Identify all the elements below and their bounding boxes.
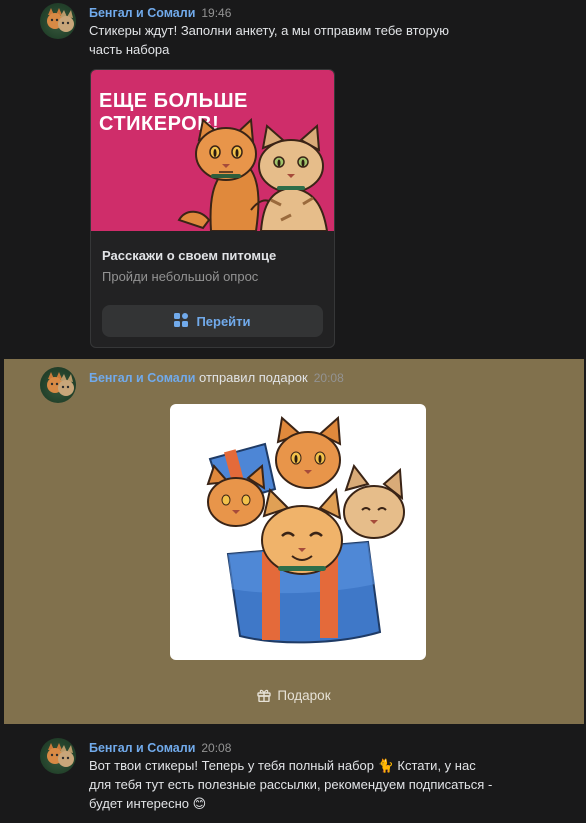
message-time[interactable]: 19:46 [201,6,231,20]
message-3: Бенгал и Сомали 20:08 Вот твои стикеры! Т… [0,724,586,823]
message-text: Вот твои стикеры! Теперь у тебя полный н… [89,756,559,813]
sender-name[interactable]: Бенгал и Сомали [89,371,195,385]
message-text-line: Вот твои стикеры! Теперь у тебя полный н… [89,758,476,773]
message-text-line: для тебя тут есть полезные рассылки, рек… [89,777,493,792]
gift-label[interactable]: Подарок [4,688,584,705]
message-header: Бенгал и Сомали отправил подарок 20:08 [89,370,344,385]
cats-in-gift-box-illustration [206,415,405,644]
open-survey-label: Перейти [196,313,251,329]
card-subtitle: Пройди небольшой опрос [102,269,259,284]
sender-name[interactable]: Бенгал и Сомали [89,741,195,755]
apps-icon [174,312,189,330]
sender-avatar[interactable] [40,367,76,403]
message-time[interactable]: 20:08 [201,741,231,755]
open-survey-button[interactable]: Перейти [102,305,323,337]
survey-card[interactable]: ЕЩЕ БОЛЬШЕ СТИКЕРОВ! Расскажи о своем пи… [90,69,335,348]
message-header: Бенгал и Сомали 20:08 [89,740,231,755]
message-header: Бенгал и Сомали 19:46 [89,5,231,20]
message-time[interactable]: 20:08 [314,371,344,385]
gift-message: Бенгал и Сомали отправил подарок 20:08 П… [4,359,584,724]
message-1: Бенгал и Сомали 19:46 Стикеры ждут! Запол… [0,0,586,355]
gift-label-text: Подарок [277,688,331,703]
sender-name[interactable]: Бенгал и Сомали [89,6,195,20]
sender-avatar[interactable] [40,738,76,774]
message-text: Стикеры ждут! Заполни анкету, а мы отпра… [89,23,449,57]
gift-icon [257,688,272,705]
card-banner-image[interactable]: ЕЩЕ БОЛЬШЕ СТИКЕРОВ! [91,70,334,231]
gift-sticker-image[interactable] [170,404,426,660]
message-text-line: будет интересно 😊 [89,796,207,811]
cats-illustration [177,117,329,231]
sender-avatar[interactable] [40,3,76,39]
gift-action-text: отправил подарок [199,370,308,385]
card-title: Расскажи о своем питомце [102,248,277,263]
